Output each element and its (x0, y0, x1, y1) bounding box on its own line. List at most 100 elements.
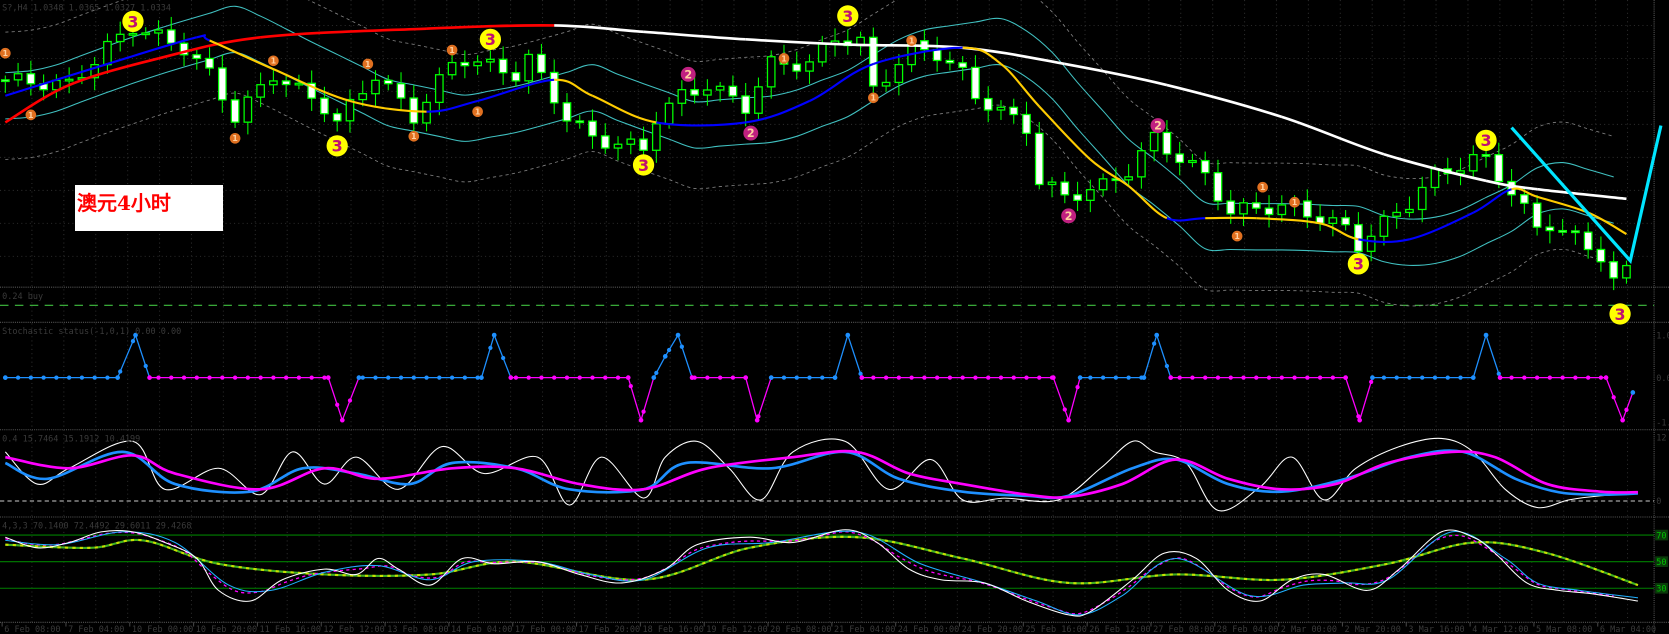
stoch-slow-line (5, 535, 1639, 587)
status-dot (756, 414, 761, 419)
time-label: 20 Feb 08:00 (770, 625, 831, 634)
candle (1098, 173, 1108, 197)
candle (932, 36, 942, 72)
marker-label: 3 (332, 137, 343, 156)
candle-body-bull (486, 58, 495, 63)
candle (1251, 192, 1261, 214)
candle (1609, 251, 1619, 291)
candle-body-bear (549, 71, 559, 104)
status-dot (909, 375, 914, 380)
marker-label: 1 (1292, 198, 1298, 207)
stochastic-status-panel[interactable] (2, 332, 1636, 423)
main-price-panel[interactable]: 3 3 3 3 3 3 3 3 1 1 1 1 1 1 1 1 1 1 1 1 1 1 2 2 2 2 (0, 0, 1663, 325)
signal-marker-3: 3 (479, 28, 502, 50)
candle-body-bull (358, 93, 368, 101)
candle-body-bear (1200, 159, 1210, 174)
candle-body-bull (996, 106, 1006, 111)
status-dot (1254, 375, 1259, 380)
candle (575, 115, 585, 129)
candle (983, 86, 993, 123)
status-dot (666, 347, 672, 353)
trading-chart[interactable]: 333333331111 11111111112222 S?,H4 1.0348 … (0, 0, 1669, 634)
candle (1175, 141, 1185, 176)
time-label: 12 Feb 12:00 (323, 625, 384, 634)
status-vertex (2, 375, 8, 380)
candle-body-bear (320, 97, 329, 115)
candle-body-bull (1085, 189, 1095, 201)
marker-label: 3 (1480, 131, 1491, 150)
status-vertex (1357, 417, 1363, 423)
marker-label: 2 (684, 68, 692, 81)
status-line (640, 377, 655, 421)
time-label: 2 Mar 00:00 (1281, 625, 1337, 634)
status-dot (1305, 375, 1310, 380)
status-dot (1394, 375, 1399, 380)
candle (754, 77, 763, 120)
status-line (480, 334, 495, 378)
candle-body-bear (511, 72, 521, 82)
status-dot (67, 375, 72, 380)
candle (1085, 179, 1095, 213)
status-vertex (832, 375, 838, 380)
candle-body-bull (1405, 208, 1414, 214)
candle (537, 43, 546, 81)
slow-ma-segment (1166, 83, 1283, 119)
status-dot (1292, 375, 1297, 380)
status-vertex (1620, 417, 1625, 423)
candle-body-bear (971, 66, 980, 100)
time-label: 19 Feb 12:00 (706, 625, 767, 634)
status-dot (488, 345, 493, 350)
candle-body-bear (600, 135, 610, 149)
fast-ma-segment (196, 34, 211, 42)
status-line (1052, 377, 1070, 421)
candle (1060, 171, 1070, 204)
signal-marker-1: 1 (868, 92, 879, 104)
status-dot (1560, 375, 1565, 380)
candle (192, 49, 202, 70)
subpanel-label-3: 4,3,3 70.1400 72.4492 29.6011 29.4268 (2, 522, 191, 532)
candle (996, 100, 1006, 120)
time-label: 14 Feb 04:00 (451, 625, 512, 634)
panel2-axis-zero: 0 (1656, 497, 1661, 507)
panel1-axis-bottom: -1.0 (1656, 419, 1669, 429)
signal-marker-1: 1 (0, 47, 11, 59)
candle (90, 56, 100, 91)
status-dot (564, 375, 570, 380)
candle-body-bear (1034, 132, 1044, 186)
slow-ma-segment (1064, 62, 1168, 87)
candle-body-bear (0, 79, 10, 83)
candle (1417, 176, 1427, 223)
fast-ma-segment (962, 46, 1002, 65)
marker-label: 1 (449, 46, 455, 55)
status-dot (79, 375, 85, 380)
candle-body-bull (754, 86, 763, 114)
status-dot (973, 375, 978, 380)
status-dot (1317, 375, 1323, 380)
status-vertex (1603, 375, 1609, 380)
stochastic-panel[interactable] (0, 529, 1655, 617)
marker-label: 1 (3, 49, 9, 58)
candle-body-bear (460, 61, 470, 67)
candle-body-bear (562, 102, 572, 122)
time-label: 26 Feb 12:00 (1089, 625, 1150, 634)
candle (1596, 236, 1606, 272)
oscillator-panel[interactable] (0, 437, 1655, 512)
candle-body-bear (945, 59, 955, 64)
status-dot (526, 375, 531, 380)
stoch-level-30-tag: 30 (1655, 582, 1668, 594)
status-dot (41, 375, 46, 380)
candle-body-bear (166, 29, 176, 44)
time-label: 21 Feb 04:00 (834, 625, 895, 634)
slow-ma-segment (260, 27, 427, 39)
status-line (1472, 334, 1487, 378)
status-dot (1496, 371, 1501, 376)
candle-body-bear (1226, 200, 1236, 215)
stoch-level-50-tag: 50 (1655, 556, 1668, 568)
fast-ma-segment (1319, 222, 1359, 241)
candle (281, 73, 291, 98)
signal-marker-1: 1 (778, 53, 790, 64)
candle-body-bull (805, 61, 814, 72)
candle-body-bear (383, 79, 393, 85)
candle-body-bear (1341, 217, 1350, 226)
fast-ma-segment (1000, 63, 1041, 108)
